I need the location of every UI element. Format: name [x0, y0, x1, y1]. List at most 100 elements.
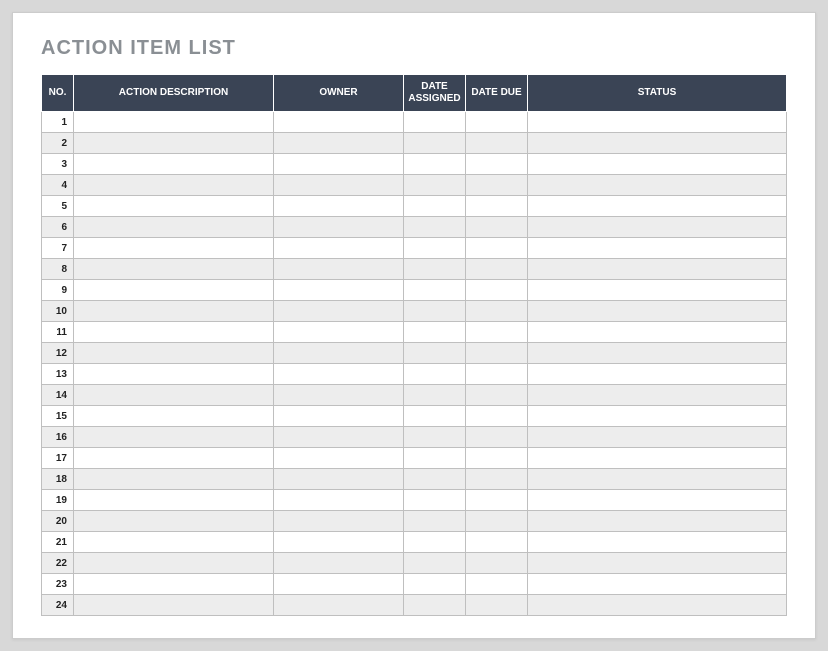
cell-status[interactable] — [528, 532, 787, 553]
cell-action-description[interactable] — [74, 343, 274, 364]
cell-status[interactable] — [528, 406, 787, 427]
cell-owner[interactable] — [274, 112, 404, 133]
cell-date-assigned[interactable] — [404, 574, 466, 595]
cell-no[interactable]: 20 — [42, 511, 74, 532]
cell-status[interactable] — [528, 133, 787, 154]
cell-no[interactable]: 13 — [42, 364, 74, 385]
cell-no[interactable]: 10 — [42, 301, 74, 322]
cell-no[interactable]: 1 — [42, 112, 74, 133]
cell-status[interactable] — [528, 385, 787, 406]
cell-action-description[interactable] — [74, 511, 274, 532]
cell-action-description[interactable] — [74, 112, 274, 133]
cell-owner[interactable] — [274, 154, 404, 175]
cell-status[interactable] — [528, 154, 787, 175]
cell-no[interactable]: 12 — [42, 343, 74, 364]
cell-date-due[interactable] — [466, 112, 528, 133]
cell-date-due[interactable] — [466, 553, 528, 574]
cell-status[interactable] — [528, 343, 787, 364]
cell-status[interactable] — [528, 175, 787, 196]
cell-no[interactable]: 14 — [42, 385, 74, 406]
cell-status[interactable] — [528, 595, 787, 616]
cell-date-assigned[interactable] — [404, 469, 466, 490]
cell-no[interactable]: 19 — [42, 490, 74, 511]
cell-date-assigned[interactable] — [404, 133, 466, 154]
cell-date-due[interactable] — [466, 133, 528, 154]
cell-status[interactable] — [528, 238, 787, 259]
cell-owner[interactable] — [274, 532, 404, 553]
cell-no[interactable]: 4 — [42, 175, 74, 196]
cell-owner[interactable] — [274, 406, 404, 427]
cell-status[interactable] — [528, 490, 787, 511]
cell-date-due[interactable] — [466, 511, 528, 532]
cell-date-assigned[interactable] — [404, 112, 466, 133]
cell-date-due[interactable] — [466, 175, 528, 196]
cell-status[interactable] — [528, 112, 787, 133]
cell-owner[interactable] — [274, 574, 404, 595]
cell-no[interactable]: 3 — [42, 154, 74, 175]
cell-status[interactable] — [528, 217, 787, 238]
cell-date-due[interactable] — [466, 532, 528, 553]
cell-action-description[interactable] — [74, 196, 274, 217]
cell-owner[interactable] — [274, 448, 404, 469]
cell-action-description[interactable] — [74, 154, 274, 175]
cell-date-due[interactable] — [466, 574, 528, 595]
cell-date-due[interactable] — [466, 322, 528, 343]
cell-owner[interactable] — [274, 238, 404, 259]
cell-date-due[interactable] — [466, 364, 528, 385]
cell-owner[interactable] — [274, 595, 404, 616]
cell-owner[interactable] — [274, 364, 404, 385]
cell-action-description[interactable] — [74, 280, 274, 301]
cell-action-description[interactable] — [74, 406, 274, 427]
cell-date-assigned[interactable] — [404, 238, 466, 259]
cell-status[interactable] — [528, 511, 787, 532]
cell-action-description[interactable] — [74, 385, 274, 406]
cell-status[interactable] — [528, 301, 787, 322]
cell-date-due[interactable] — [466, 490, 528, 511]
cell-date-assigned[interactable] — [404, 280, 466, 301]
cell-status[interactable] — [528, 364, 787, 385]
cell-status[interactable] — [528, 322, 787, 343]
cell-action-description[interactable] — [74, 532, 274, 553]
cell-date-assigned[interactable] — [404, 448, 466, 469]
cell-no[interactable]: 24 — [42, 595, 74, 616]
cell-date-assigned[interactable] — [404, 385, 466, 406]
cell-action-description[interactable] — [74, 364, 274, 385]
cell-status[interactable] — [528, 553, 787, 574]
cell-owner[interactable] — [274, 385, 404, 406]
cell-owner[interactable] — [274, 490, 404, 511]
cell-owner[interactable] — [274, 280, 404, 301]
cell-action-description[interactable] — [74, 301, 274, 322]
cell-no[interactable]: 11 — [42, 322, 74, 343]
cell-date-assigned[interactable] — [404, 553, 466, 574]
cell-no[interactable]: 23 — [42, 574, 74, 595]
cell-action-description[interactable] — [74, 217, 274, 238]
cell-no[interactable]: 16 — [42, 427, 74, 448]
cell-no[interactable]: 7 — [42, 238, 74, 259]
cell-status[interactable] — [528, 427, 787, 448]
cell-status[interactable] — [528, 448, 787, 469]
cell-owner[interactable] — [274, 427, 404, 448]
cell-date-assigned[interactable] — [404, 196, 466, 217]
cell-date-due[interactable] — [466, 385, 528, 406]
cell-date-assigned[interactable] — [404, 406, 466, 427]
cell-no[interactable]: 9 — [42, 280, 74, 301]
cell-no[interactable]: 2 — [42, 133, 74, 154]
cell-owner[interactable] — [274, 511, 404, 532]
cell-action-description[interactable] — [74, 448, 274, 469]
cell-date-assigned[interactable] — [404, 154, 466, 175]
cell-no[interactable]: 21 — [42, 532, 74, 553]
cell-action-description[interactable] — [74, 133, 274, 154]
cell-action-description[interactable] — [74, 427, 274, 448]
cell-no[interactable]: 22 — [42, 553, 74, 574]
cell-date-due[interactable] — [466, 259, 528, 280]
cell-status[interactable] — [528, 574, 787, 595]
cell-no[interactable]: 15 — [42, 406, 74, 427]
cell-date-assigned[interactable] — [404, 322, 466, 343]
cell-date-assigned[interactable] — [404, 427, 466, 448]
cell-owner[interactable] — [274, 196, 404, 217]
cell-date-assigned[interactable] — [404, 490, 466, 511]
cell-action-description[interactable] — [74, 574, 274, 595]
cell-date-assigned[interactable] — [404, 259, 466, 280]
cell-owner[interactable] — [274, 469, 404, 490]
cell-date-due[interactable] — [466, 595, 528, 616]
